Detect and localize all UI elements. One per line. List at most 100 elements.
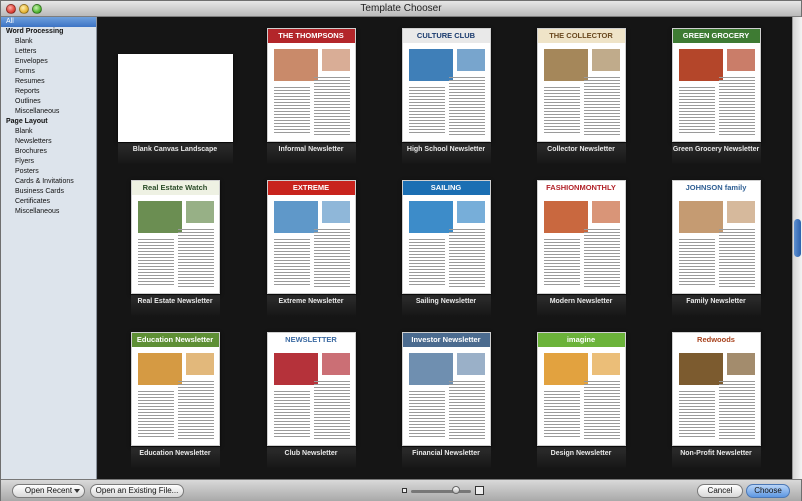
thumbnail-text-block [718, 381, 755, 439]
vertical-scrollbar[interactable] [792, 17, 802, 479]
bottom-toolbar: Open Recent Open an Existing File... Can… [1, 479, 801, 501]
small-thumbnail-icon [402, 488, 407, 493]
template-tile[interactable]: Redwoods Non-Profit Newsletter [648, 321, 784, 469]
thumbnail-photo [321, 201, 350, 223]
template-thumbnail[interactable]: SAILING [401, 180, 491, 294]
sidebar-item[interactable]: Blank [1, 37, 96, 47]
scrollbar-thumb[interactable] [794, 219, 801, 257]
template-tile[interactable]: THE COLLECTOR Collector Newsletter [513, 17, 649, 165]
sidebar-item-all[interactable]: All [1, 17, 96, 27]
thumbnail-text-block [137, 239, 174, 287]
template-tile[interactable]: JOHNSON family Family Newsletter [648, 169, 784, 317]
template-thumbnail[interactable]: FASHIONMONTHLY [536, 180, 626, 294]
sidebar-item[interactable]: Miscellaneous [1, 207, 96, 217]
thumbnail-photo [456, 201, 485, 223]
open-existing-file-button[interactable]: Open an Existing File... [90, 484, 184, 498]
thumbnail-size-slider[interactable] [411, 490, 471, 493]
sidebar-item[interactable]: Posters [1, 167, 96, 177]
thumbnail-text-block [678, 239, 715, 287]
template-thumbnail[interactable]: Investor Newsletter [401, 332, 491, 446]
thumbnail-photo [591, 201, 620, 223]
template-tile[interactable]: CULTURE CLUB High School Newsletter [378, 17, 514, 165]
template-thumbnail[interactable]: THE COLLECTOR [536, 28, 626, 142]
thumbnail-text-block [583, 229, 620, 287]
choose-button[interactable]: Choose [746, 484, 790, 498]
template-label: Family Newsletter [686, 298, 746, 305]
sidebar-group-header[interactable]: Word Processing [1, 27, 96, 37]
thumbnail-text-block [177, 229, 214, 287]
template-thumbnail[interactable]: GREEN GROCERY [671, 28, 761, 142]
thumbnail-text-block [448, 381, 485, 439]
sidebar-item[interactable]: Envelopes [1, 57, 96, 67]
thumbnail-photo [456, 49, 485, 71]
template-tile[interactable]: THE THOMPSONS Informal Newsletter [243, 17, 379, 165]
slider-knob[interactable] [452, 486, 460, 494]
thumbnail-text-block [583, 77, 620, 135]
template-thumbnail[interactable]: JOHNSON family [671, 180, 761, 294]
template-label: Extreme Newsletter [278, 298, 344, 305]
template-thumbnail[interactable] [117, 54, 233, 142]
thumbnail-photo [726, 49, 755, 71]
template-thumbnail[interactable]: NEWSLETTER [266, 332, 356, 446]
open-recent-popup[interactable]: Open Recent [12, 484, 85, 498]
template-thumbnail[interactable]: EXTREME [266, 180, 356, 294]
sidebar-item[interactable]: Certificates [1, 197, 96, 207]
sidebar-item[interactable]: Miscellaneous [1, 107, 96, 117]
template-thumbnail[interactable]: THE THOMPSONS [266, 28, 356, 142]
thumbnail-photo [678, 201, 723, 233]
sidebar-item[interactable]: Flyers [1, 157, 96, 167]
chevron-down-icon [74, 489, 80, 493]
thumbnail-photo [408, 353, 453, 385]
open-recent-label: Open Recent [24, 486, 73, 495]
sidebar-group-header[interactable]: Page Layout [1, 117, 96, 127]
template-tile[interactable]: imagine Design Newsletter [513, 321, 649, 469]
sidebar-item[interactable]: Blank [1, 127, 96, 137]
template-thumbnail[interactable]: imagine [536, 332, 626, 446]
sidebar-item[interactable]: Reports [1, 87, 96, 97]
thumbnail-photo [137, 201, 182, 233]
template-label: Sailing Newsletter [415, 298, 477, 305]
thumbnail-text-block [583, 381, 620, 439]
category-sidebar: All Word Processing Blank Letters Envelopes F… [1, 17, 97, 479]
thumbnail-text-block [137, 391, 174, 439]
cancel-button[interactable]: Cancel [697, 484, 743, 498]
template-tile[interactable]: Investor Newsletter Financial Newsletter [378, 321, 514, 469]
template-tile[interactable]: Blank Canvas Landscape [107, 17, 243, 165]
sidebar-item[interactable]: Business Cards [1, 187, 96, 197]
thumbnail-photo [273, 201, 318, 233]
thumbnail-text-block [408, 239, 445, 287]
sidebar-item[interactable]: Forms [1, 67, 96, 77]
template-tile[interactable]: Education Newsletter Education Newsletter [107, 321, 243, 469]
title-bar[interactable]: Template Chooser [1, 1, 801, 17]
template-label: Financial Newsletter [412, 450, 480, 457]
sidebar-item[interactable]: Newsletters [1, 137, 96, 147]
thumbnail-masthead: Investor Newsletter [402, 333, 490, 347]
template-label: High School Newsletter [406, 146, 486, 153]
template-tile[interactable]: SAILING Sailing Newsletter [378, 169, 514, 317]
sidebar-item[interactable]: Cards & Invitations [1, 177, 96, 187]
template-tile[interactable]: EXTREME Extreme Newsletter [243, 169, 379, 317]
thumbnail-photo [273, 49, 318, 81]
sidebar-item[interactable]: Letters [1, 47, 96, 57]
template-thumbnail[interactable]: CULTURE CLUB [401, 28, 491, 142]
thumbnail-text-block [408, 87, 445, 135]
thumbnail-photo [456, 353, 485, 375]
thumbnail-text-block [718, 229, 755, 287]
template-thumbnail[interactable]: Education Newsletter [130, 332, 220, 446]
sidebar-item[interactable]: Brochures [1, 147, 96, 157]
sidebar-item[interactable]: Outlines [1, 97, 96, 107]
thumbnail-masthead: Education Newsletter [131, 333, 219, 347]
template-tile[interactable]: GREEN GROCERY Green Grocery Newsletter [648, 17, 784, 165]
thumbnail-text-block [273, 239, 310, 287]
thumbnail-masthead: Redwoods [672, 333, 760, 347]
template-thumbnail[interactable]: Real Estate Watch [130, 180, 220, 294]
template-tile[interactable]: FASHIONMONTHLY Modern Newsletter [513, 169, 649, 317]
thumbnail-photo [408, 201, 453, 233]
thumbnail-photo [726, 201, 755, 223]
sidebar-item[interactable]: Resumes [1, 77, 96, 87]
template-thumbnail[interactable]: Redwoods [671, 332, 761, 446]
thumbnail-masthead: GREEN GROCERY [672, 29, 760, 43]
template-tile[interactable]: Real Estate Watch Real Estate Newsletter [107, 169, 243, 317]
template-tile[interactable]: NEWSLETTER Club Newsletter [243, 321, 379, 469]
template-label: Non-Profit Newsletter [680, 450, 752, 457]
